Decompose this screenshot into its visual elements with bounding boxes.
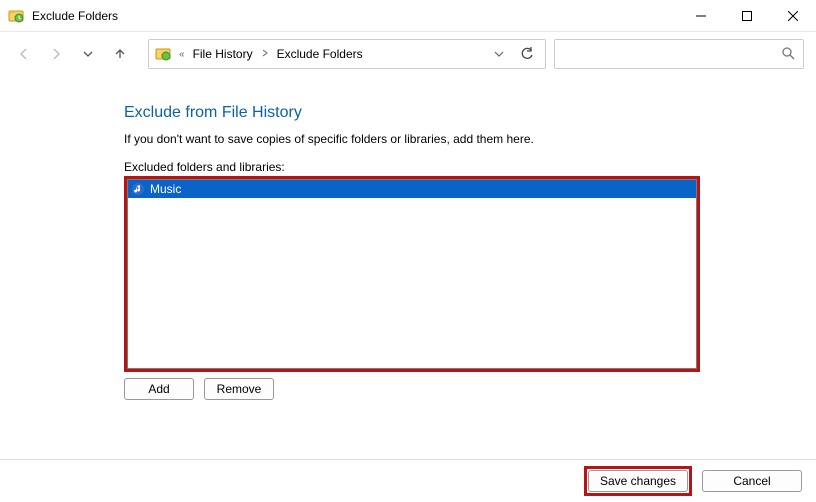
address-bar[interactable]: « File History Exclude Folders	[148, 39, 546, 69]
window-controls	[678, 0, 816, 32]
highlight-annotation: Save changes	[584, 466, 692, 496]
list-button-row: Add Remove	[124, 378, 796, 400]
chevron-right-icon	[259, 49, 271, 60]
address-dropdown-button[interactable]	[489, 40, 509, 68]
file-history-icon	[155, 46, 171, 62]
titlebar: Exclude Folders	[0, 0, 816, 32]
music-library-icon	[130, 181, 146, 197]
up-button[interactable]	[108, 42, 132, 66]
cancel-button-label: Cancel	[733, 474, 770, 488]
breadcrumb-segment[interactable]: Exclude Folders	[277, 47, 363, 61]
page-heading: Exclude from File History	[124, 104, 796, 122]
file-history-icon	[8, 8, 24, 24]
back-button[interactable]	[12, 42, 36, 66]
maximize-button[interactable]	[724, 0, 770, 32]
forward-button[interactable]	[44, 42, 68, 66]
dialog-footer: Save changes Cancel	[0, 460, 816, 502]
list-label: Excluded folders and libraries:	[124, 160, 796, 174]
nav-toolbar: « File History Exclude Folders	[0, 32, 816, 76]
recent-locations-button[interactable]	[76, 42, 100, 66]
save-changes-button[interactable]: Save changes	[588, 470, 688, 492]
main-panel: Exclude from File History If you don't w…	[0, 76, 816, 400]
excluded-folders-listbox[interactable]: Music	[127, 179, 697, 369]
window-title: Exclude Folders	[32, 9, 118, 23]
list-item-label: Music	[150, 182, 181, 196]
minimize-button[interactable]	[678, 0, 724, 32]
remove-button-label: Remove	[217, 382, 262, 396]
remove-button[interactable]: Remove	[204, 378, 274, 400]
add-button[interactable]: Add	[124, 378, 194, 400]
search-icon	[781, 46, 795, 63]
page-description: If you don't want to save copies of spec…	[124, 132, 796, 146]
breadcrumb-segment[interactable]: File History	[193, 47, 253, 61]
add-button-label: Add	[148, 382, 169, 396]
close-button[interactable]	[770, 0, 816, 32]
breadcrumb-prefix: «	[177, 49, 187, 60]
highlight-annotation: Music	[124, 176, 700, 372]
cancel-button[interactable]: Cancel	[702, 470, 802, 492]
list-item[interactable]: Music	[128, 180, 696, 198]
save-changes-label: Save changes	[600, 474, 676, 488]
search-input[interactable]	[554, 39, 804, 69]
refresh-button[interactable]	[515, 40, 539, 68]
